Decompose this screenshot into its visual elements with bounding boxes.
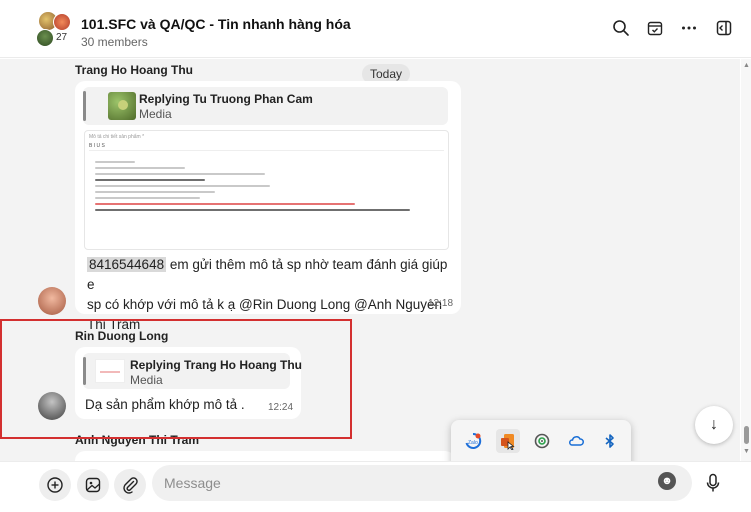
image-label: Mô tả chi tiết sản phẩm * bbox=[89, 134, 145, 140]
image-text-line bbox=[95, 197, 200, 199]
scroll-down-icon[interactable]: ▼ bbox=[743, 448, 750, 455]
emoji-button[interactable]: ☻ bbox=[658, 472, 676, 490]
reply-thumbnail bbox=[95, 359, 125, 383]
message-composer: ☻ bbox=[0, 461, 751, 512]
attach-button[interactable] bbox=[114, 469, 146, 501]
scrollbar[interactable] bbox=[741, 59, 751, 461]
image-text-line bbox=[95, 203, 355, 205]
highlighted-code: 8416544648 bbox=[87, 257, 167, 272]
add-button[interactable] bbox=[39, 469, 71, 501]
image-text-line bbox=[95, 179, 205, 181]
reply-thumbnail bbox=[108, 92, 136, 120]
headset-icon[interactable] bbox=[530, 429, 554, 453]
message-bubble[interactable] bbox=[75, 451, 455, 461]
chat-header: 27 101.SFC và QA/QC - Tin nhanh hàng hóa… bbox=[0, 0, 751, 58]
message-sender[interactable]: Anh Nguyen Thi Tram bbox=[75, 433, 199, 447]
emoji-icon: ☻ bbox=[661, 475, 673, 487]
reply-preview[interactable]: Replying Trang Ho Hoang Thu Media bbox=[83, 353, 302, 389]
arrow-down-icon: ↓ bbox=[710, 416, 718, 433]
scroll-to-bottom-button[interactable]: ↓ bbox=[695, 406, 733, 444]
message-input[interactable] bbox=[152, 465, 692, 501]
image-text-line bbox=[95, 185, 270, 187]
message-list[interactable]: Trang Ho Hoang Thu Today Replying Tu Tru… bbox=[0, 59, 740, 461]
image-toolbar: B I U S bbox=[89, 143, 444, 151]
image-text-line bbox=[95, 167, 185, 169]
plus-icon bbox=[47, 477, 63, 493]
svg-text:Zalo: Zalo bbox=[468, 440, 478, 446]
scrollbar-thumb[interactable] bbox=[744, 426, 749, 444]
microphone-button[interactable] bbox=[701, 471, 725, 495]
avatar[interactable] bbox=[38, 392, 66, 420]
message-text: Dạ sản phẩm khớp mô tả . bbox=[85, 397, 245, 412]
message-text-line: sp có khớp với mô tả k ạ @Rin Duong Long… bbox=[87, 297, 443, 312]
message-time: 12:24 bbox=[268, 402, 294, 413]
image-text-line bbox=[95, 191, 215, 193]
group-avatar[interactable]: 27 bbox=[36, 11, 76, 49]
side-panel-icon[interactable] bbox=[713, 17, 735, 39]
avatar-count: 27 bbox=[56, 32, 68, 43]
office-icon[interactable] bbox=[496, 429, 520, 453]
bluetooth-icon[interactable] bbox=[598, 429, 622, 453]
attached-image[interactable]: Mô tả chi tiết sản phẩm * B I U S bbox=[84, 130, 449, 250]
member-count[interactable]: 30 members bbox=[81, 35, 148, 49]
avatar bbox=[36, 29, 54, 47]
message-sender[interactable]: Rin Duong Long bbox=[75, 329, 168, 343]
image-text-line bbox=[95, 209, 410, 211]
app-tile-icon[interactable]: Zalo bbox=[461, 429, 485, 453]
message-text: 8416544648 em gửi thêm mô tả sp nhờ team… bbox=[87, 255, 457, 335]
group-title[interactable]: 101.SFC và QA/QC - Tin nhanh hàng hóa bbox=[81, 16, 351, 32]
microphone-icon bbox=[706, 473, 720, 492]
avatar[interactable] bbox=[38, 287, 66, 315]
paperclip-icon bbox=[123, 477, 138, 494]
cloud-icon[interactable] bbox=[564, 429, 588, 453]
more-icon[interactable] bbox=[678, 17, 700, 39]
search-icon[interactable] bbox=[610, 17, 632, 39]
calendar-check-icon[interactable] bbox=[644, 17, 666, 39]
reply-title: Replying Tu Truong Phan Cam bbox=[139, 92, 313, 106]
reply-preview[interactable]: Replying Tu Truong Phan Cam Media bbox=[83, 87, 448, 125]
reply-bar bbox=[83, 91, 86, 121]
sticker-button[interactable] bbox=[77, 469, 109, 501]
image-text-line bbox=[95, 161, 135, 163]
image-icon bbox=[85, 477, 101, 493]
message-bubble[interactable]: Replying Trang Ho Hoang Thu Media Dạ sản… bbox=[75, 347, 302, 419]
reply-type: Media bbox=[130, 373, 163, 387]
reply-type: Media bbox=[139, 107, 172, 121]
reply-title: Replying Trang Ho Hoang Thu bbox=[130, 358, 302, 372]
avatar bbox=[53, 13, 71, 31]
scroll-up-icon[interactable]: ▲ bbox=[743, 62, 750, 69]
message-sender[interactable]: Trang Ho Hoang Thu bbox=[75, 63, 193, 77]
message-time: 12:18 bbox=[428, 298, 454, 309]
reply-bar bbox=[83, 357, 86, 385]
image-text-line bbox=[95, 173, 265, 175]
